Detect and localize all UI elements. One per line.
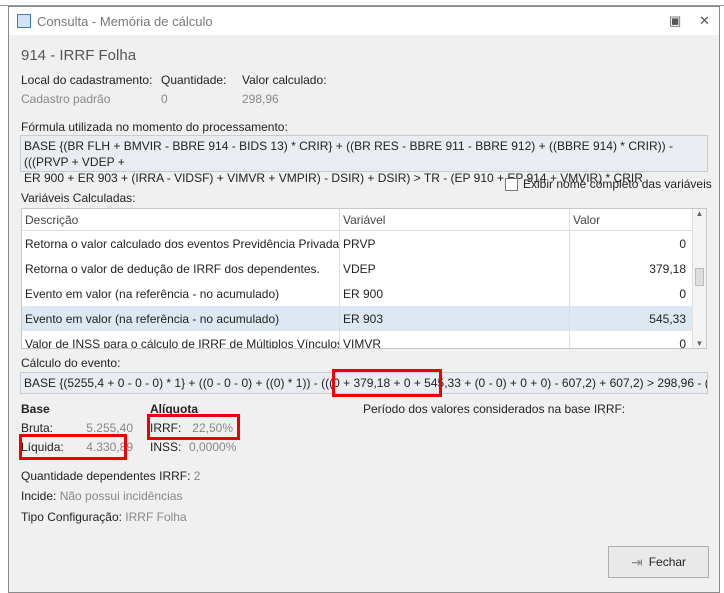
bruta-label: Bruta: <box>21 421 54 435</box>
formula-line-1: BASE {(BR FLH + BMVIR - BBRE 914 - BIDS … <box>24 139 673 169</box>
cell-valor: 545,33 <box>649 311 686 326</box>
valor-calculado-value: 298,96 <box>242 92 279 106</box>
cell-descricao: Evento em valor (na referência - no acum… <box>22 281 340 306</box>
liquida-label: Líquida: <box>21 440 64 454</box>
cell-variavel: ER 900 <box>340 281 570 306</box>
dialog-window: Consulta - Memória de cálculo ▣ ✕ 914 - … <box>8 6 720 593</box>
formula-label: Fórmula utilizada no momento do processa… <box>21 120 288 134</box>
header-variavel[interactable]: Variável <box>340 209 570 230</box>
cell-variavel: PRVP <box>340 231 570 256</box>
inss-value: 0,0000% <box>189 440 237 454</box>
exit-icon: ⇥ <box>630 553 643 570</box>
cell-variavel: VIMVR <box>340 331 570 348</box>
table-row[interactable]: Evento em valor (na referência - no acum… <box>22 281 706 306</box>
variables-label: Variáveis Calculadas: <box>21 191 136 205</box>
aliquota-title: Alíquota <box>150 402 198 416</box>
title-bar: Consulta - Memória de cálculo ▣ ✕ <box>9 7 719 35</box>
scroll-down-icon[interactable]: ▼ <box>693 339 706 348</box>
table-header: Descrição Variável Valor <box>22 209 706 231</box>
checkbox-label: Exibir nome completo das variáveis <box>523 177 712 191</box>
incide-value: Não possui incidências <box>59 489 183 503</box>
calculo-field[interactable]: BASE {(5255,4 + 0 - 0 - 0) * 1} + ((0 - … <box>20 372 708 394</box>
scroll-up-icon[interactable]: ▲ <box>693 209 706 218</box>
cell-valor: 379,18 <box>649 261 686 276</box>
page-title: 914 - IRRF Folha <box>21 47 137 64</box>
app-icon <box>17 14 31 28</box>
close-icon[interactable]: ✕ <box>699 13 710 29</box>
irrf-label: IRRF: <box>150 421 182 435</box>
local-label: Local do cadastramento: <box>21 73 153 87</box>
cell-variavel: VDEP <box>340 256 570 281</box>
header-valor[interactable]: Valor <box>570 209 690 230</box>
incide-label: Incide: <box>21 489 57 503</box>
fechar-label: Fechar <box>648 555 687 569</box>
cell-variavel: ER 903 <box>340 306 570 331</box>
cell-descricao: Evento em valor (na referência - no acum… <box>22 306 340 331</box>
calculo-label: Cálculo do evento: <box>21 356 121 370</box>
cell-valor: 0 <box>679 236 686 251</box>
restore-icon[interactable]: ▣ <box>669 13 681 29</box>
dependentes-row: Quantidade dependentes IRRF: 2 <box>21 469 200 483</box>
cell-descricao: Valor de INSS para o cálculo de IRRF de … <box>22 331 340 348</box>
table-scrollbar[interactable]: ▲ ▼ <box>692 209 706 348</box>
full-names-checkbox[interactable]: Exibir nome completo das variáveis <box>505 177 712 191</box>
scroll-thumb[interactable] <box>695 268 704 286</box>
incide-row: Incide: Não possui incidências <box>21 489 182 503</box>
tipo-row: Tipo Configuração: IRRF Folha <box>21 510 187 524</box>
tipo-label: Tipo Configuração: <box>21 510 122 524</box>
quantidade-value: 0 <box>161 92 168 106</box>
inss-label: INSS: <box>150 440 182 454</box>
dependentes-label: Quantidade dependentes IRRF: <box>21 469 191 483</box>
cell-valor: 0 <box>679 336 686 349</box>
fechar-button[interactable]: ⇥ Fechar <box>608 546 709 578</box>
periodo-label: Período dos valores considerados na base… <box>363 402 626 416</box>
dependentes-value: 2 <box>193 469 201 483</box>
table-row-selected[interactable]: Evento em valor (na referência - no acum… <box>22 306 706 331</box>
variables-table: Descrição Variável Valor Retorna o valor… <box>21 208 707 349</box>
formula-field[interactable]: BASE {(BR FLH + BMVIR - BBRE 914 - BIDS … <box>20 135 708 185</box>
cell-descricao: Retorna o valor de dedução de IRRF dos d… <box>22 256 340 281</box>
valor-calculado-label: Valor calculado: <box>242 73 327 87</box>
liquida-value: 4.330,89 <box>86 440 133 454</box>
bruta-value: 5.255,40 <box>86 421 133 435</box>
cell-valor: 0 <box>679 286 686 301</box>
cell-descricao: Retorna o valor calculado dos eventos Pr… <box>22 231 340 256</box>
quantidade-label: Quantidade: <box>161 73 227 87</box>
table-row[interactable]: Retorna o valor calculado dos eventos Pr… <box>22 231 706 256</box>
table-row[interactable]: Valor de INSS para o cálculo de IRRF de … <box>22 331 706 349</box>
header-descricao[interactable]: Descrição <box>22 209 340 230</box>
table-row[interactable]: Retorna o valor de dedução de IRRF dos d… <box>22 256 706 281</box>
local-value: Cadastro padrão <box>21 92 111 106</box>
base-title: Base <box>21 402 50 416</box>
checkbox-box[interactable] <box>505 177 518 191</box>
window-title: Consulta - Memória de cálculo <box>37 13 213 29</box>
irrf-value: 22,50% <box>192 421 233 435</box>
tipo-value: IRRF Folha <box>125 510 187 524</box>
